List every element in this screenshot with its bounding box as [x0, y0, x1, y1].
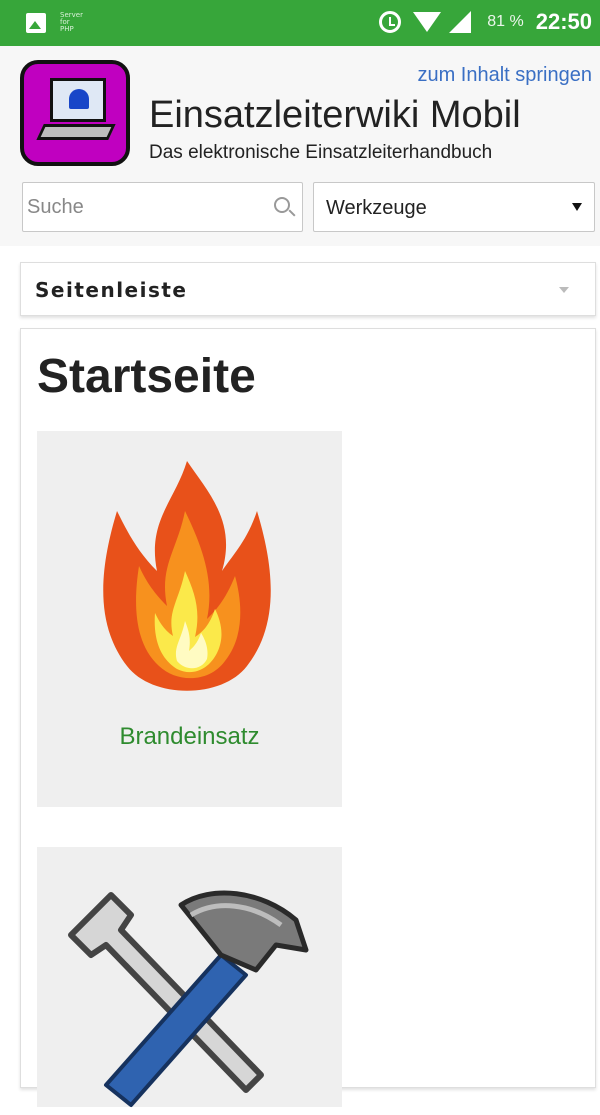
chevron-down-icon	[559, 287, 569, 293]
fire-icon	[103, 461, 271, 691]
chevron-down-icon	[572, 203, 582, 211]
tools-dropdown-label: Werkzeuge	[326, 197, 427, 219]
site-title[interactable]: Einsatzleiterwiki Mobil	[149, 94, 521, 137]
tools-icon	[68, 890, 309, 1107]
skip-to-content-link[interactable]: zum Inhalt springen	[417, 64, 592, 87]
gallery-icon	[26, 12, 46, 33]
laptop-screen-icon	[50, 78, 106, 122]
clock: 22:50	[535, 9, 592, 34]
main-content: Startseite Brandeinsatz	[20, 328, 596, 1107]
search-input[interactable]	[23, 183, 253, 231]
site-subtitle: Das elektronische Einsatzleiterhandbuch	[149, 142, 493, 163]
sidebar-toggle[interactable]: Seitenleiste	[20, 262, 596, 316]
wifi-icon	[413, 12, 442, 32]
signal-icon	[449, 11, 472, 33]
siren-icon	[69, 89, 89, 109]
battery-level: 81 %	[487, 13, 524, 30]
search-icon[interactable]	[274, 197, 290, 213]
search-box[interactable]	[22, 182, 303, 232]
tile-brandeinsatz[interactable]: Brandeinsatz	[37, 431, 342, 807]
alarm-icon	[379, 11, 402, 33]
tile-werkzeuge[interactable]	[37, 847, 342, 1107]
site-logo[interactable]	[20, 60, 130, 166]
php-server-icon: Server for PHP	[60, 11, 83, 33]
sidebar-label: Seitenleiste	[35, 278, 188, 302]
tools-dropdown[interactable]: Werkzeuge	[313, 182, 595, 232]
status-bar: Server for PHP 81 % 22:50	[0, 0, 600, 46]
laptop-base-icon	[36, 124, 116, 140]
page-title: Startseite	[37, 350, 256, 403]
site-header: zum Inhalt springen Einsatzleiterwiki Mo…	[0, 46, 600, 246]
tile-caption: Brandeinsatz	[119, 723, 260, 750]
